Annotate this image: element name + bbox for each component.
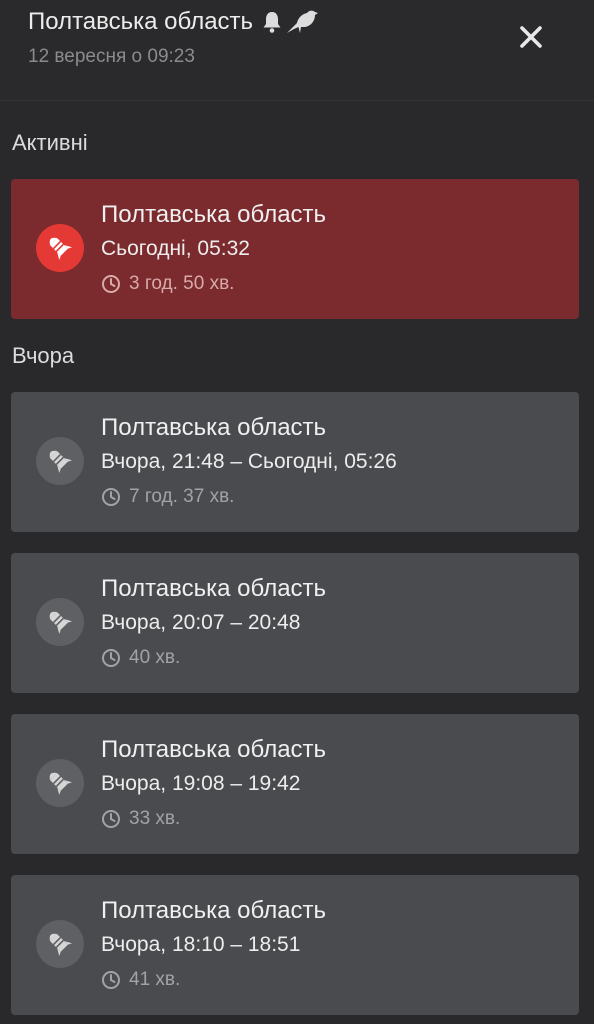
missile-icon (36, 759, 84, 807)
title-icons (261, 8, 319, 36)
alert-time: Сьогодні, 05:32 (101, 237, 250, 260)
alert-time: Вчора, 19:08 – 19:42 (101, 772, 301, 795)
section-active-label: Активні (12, 130, 88, 155)
missile-icon (36, 598, 84, 646)
bell-icon (263, 12, 281, 33)
alert-region: Полтавська область (101, 201, 327, 228)
alert-time: Вчора, 20:07 – 20:48 (101, 611, 301, 634)
clock-icon (102, 649, 120, 667)
header: Полтавська область 12 вересня о 09:23 (0, 0, 594, 101)
subtitle-date: 12 вересня о 09:23 (28, 46, 195, 67)
history-alert-card[interactable]: Полтавська область Вчора, 21:48 – Сьогод… (11, 392, 579, 532)
alert-duration: 40 хв. (101, 647, 180, 669)
alert-duration: 33 хв. (101, 808, 180, 830)
alert-duration: 7 год. 37 хв. (101, 486, 234, 508)
alert-time: Вчора, 21:48 – Сьогодні, 05:26 (101, 450, 397, 473)
missile-icon (36, 920, 84, 968)
alert-duration-text: 41 хв. (129, 969, 181, 990)
clock-icon (102, 971, 120, 989)
title-row: Полтавська область (28, 8, 319, 36)
missile-icon (36, 224, 84, 272)
alert-duration: 41 хв. (101, 969, 180, 991)
alert-region: Полтавська область (101, 575, 327, 602)
alert-duration-text: 3 год. 50 хв. (129, 273, 235, 294)
clock-icon (102, 810, 120, 828)
alert-duration-text: 7 год. 37 хв. (129, 486, 235, 507)
history-alert-card[interactable]: Полтавська область Вчора, 20:07 – 20:48 … (11, 553, 579, 693)
clock-icon (102, 275, 120, 293)
history-alert-card[interactable]: Полтавська область Вчора, 18:10 – 18:51 … (11, 875, 579, 1015)
page-title: Полтавська область (28, 8, 254, 35)
alert-duration-text: 33 хв. (129, 808, 181, 829)
close-button[interactable] (516, 22, 546, 52)
close-icon (520, 26, 542, 48)
bird-icon (287, 10, 319, 33)
clock-icon (102, 488, 120, 506)
alert-region: Полтавська область (101, 736, 327, 763)
alert-region: Полтавська область (101, 414, 327, 441)
alert-duration: 3 год. 50 хв. (101, 273, 234, 295)
alert-time: Вчора, 18:10 – 18:51 (101, 933, 301, 956)
missile-icon (36, 437, 84, 485)
history-alert-card[interactable]: Полтавська область Вчора, 19:08 – 19:42 … (11, 714, 579, 854)
section-yesterday-label: Вчора (12, 343, 75, 368)
alert-region: Полтавська область (101, 897, 327, 924)
alert-duration-text: 40 хв. (129, 647, 181, 668)
active-alert-card[interactable]: Полтавська область Сьогодні, 05:32 3 год… (11, 179, 579, 319)
